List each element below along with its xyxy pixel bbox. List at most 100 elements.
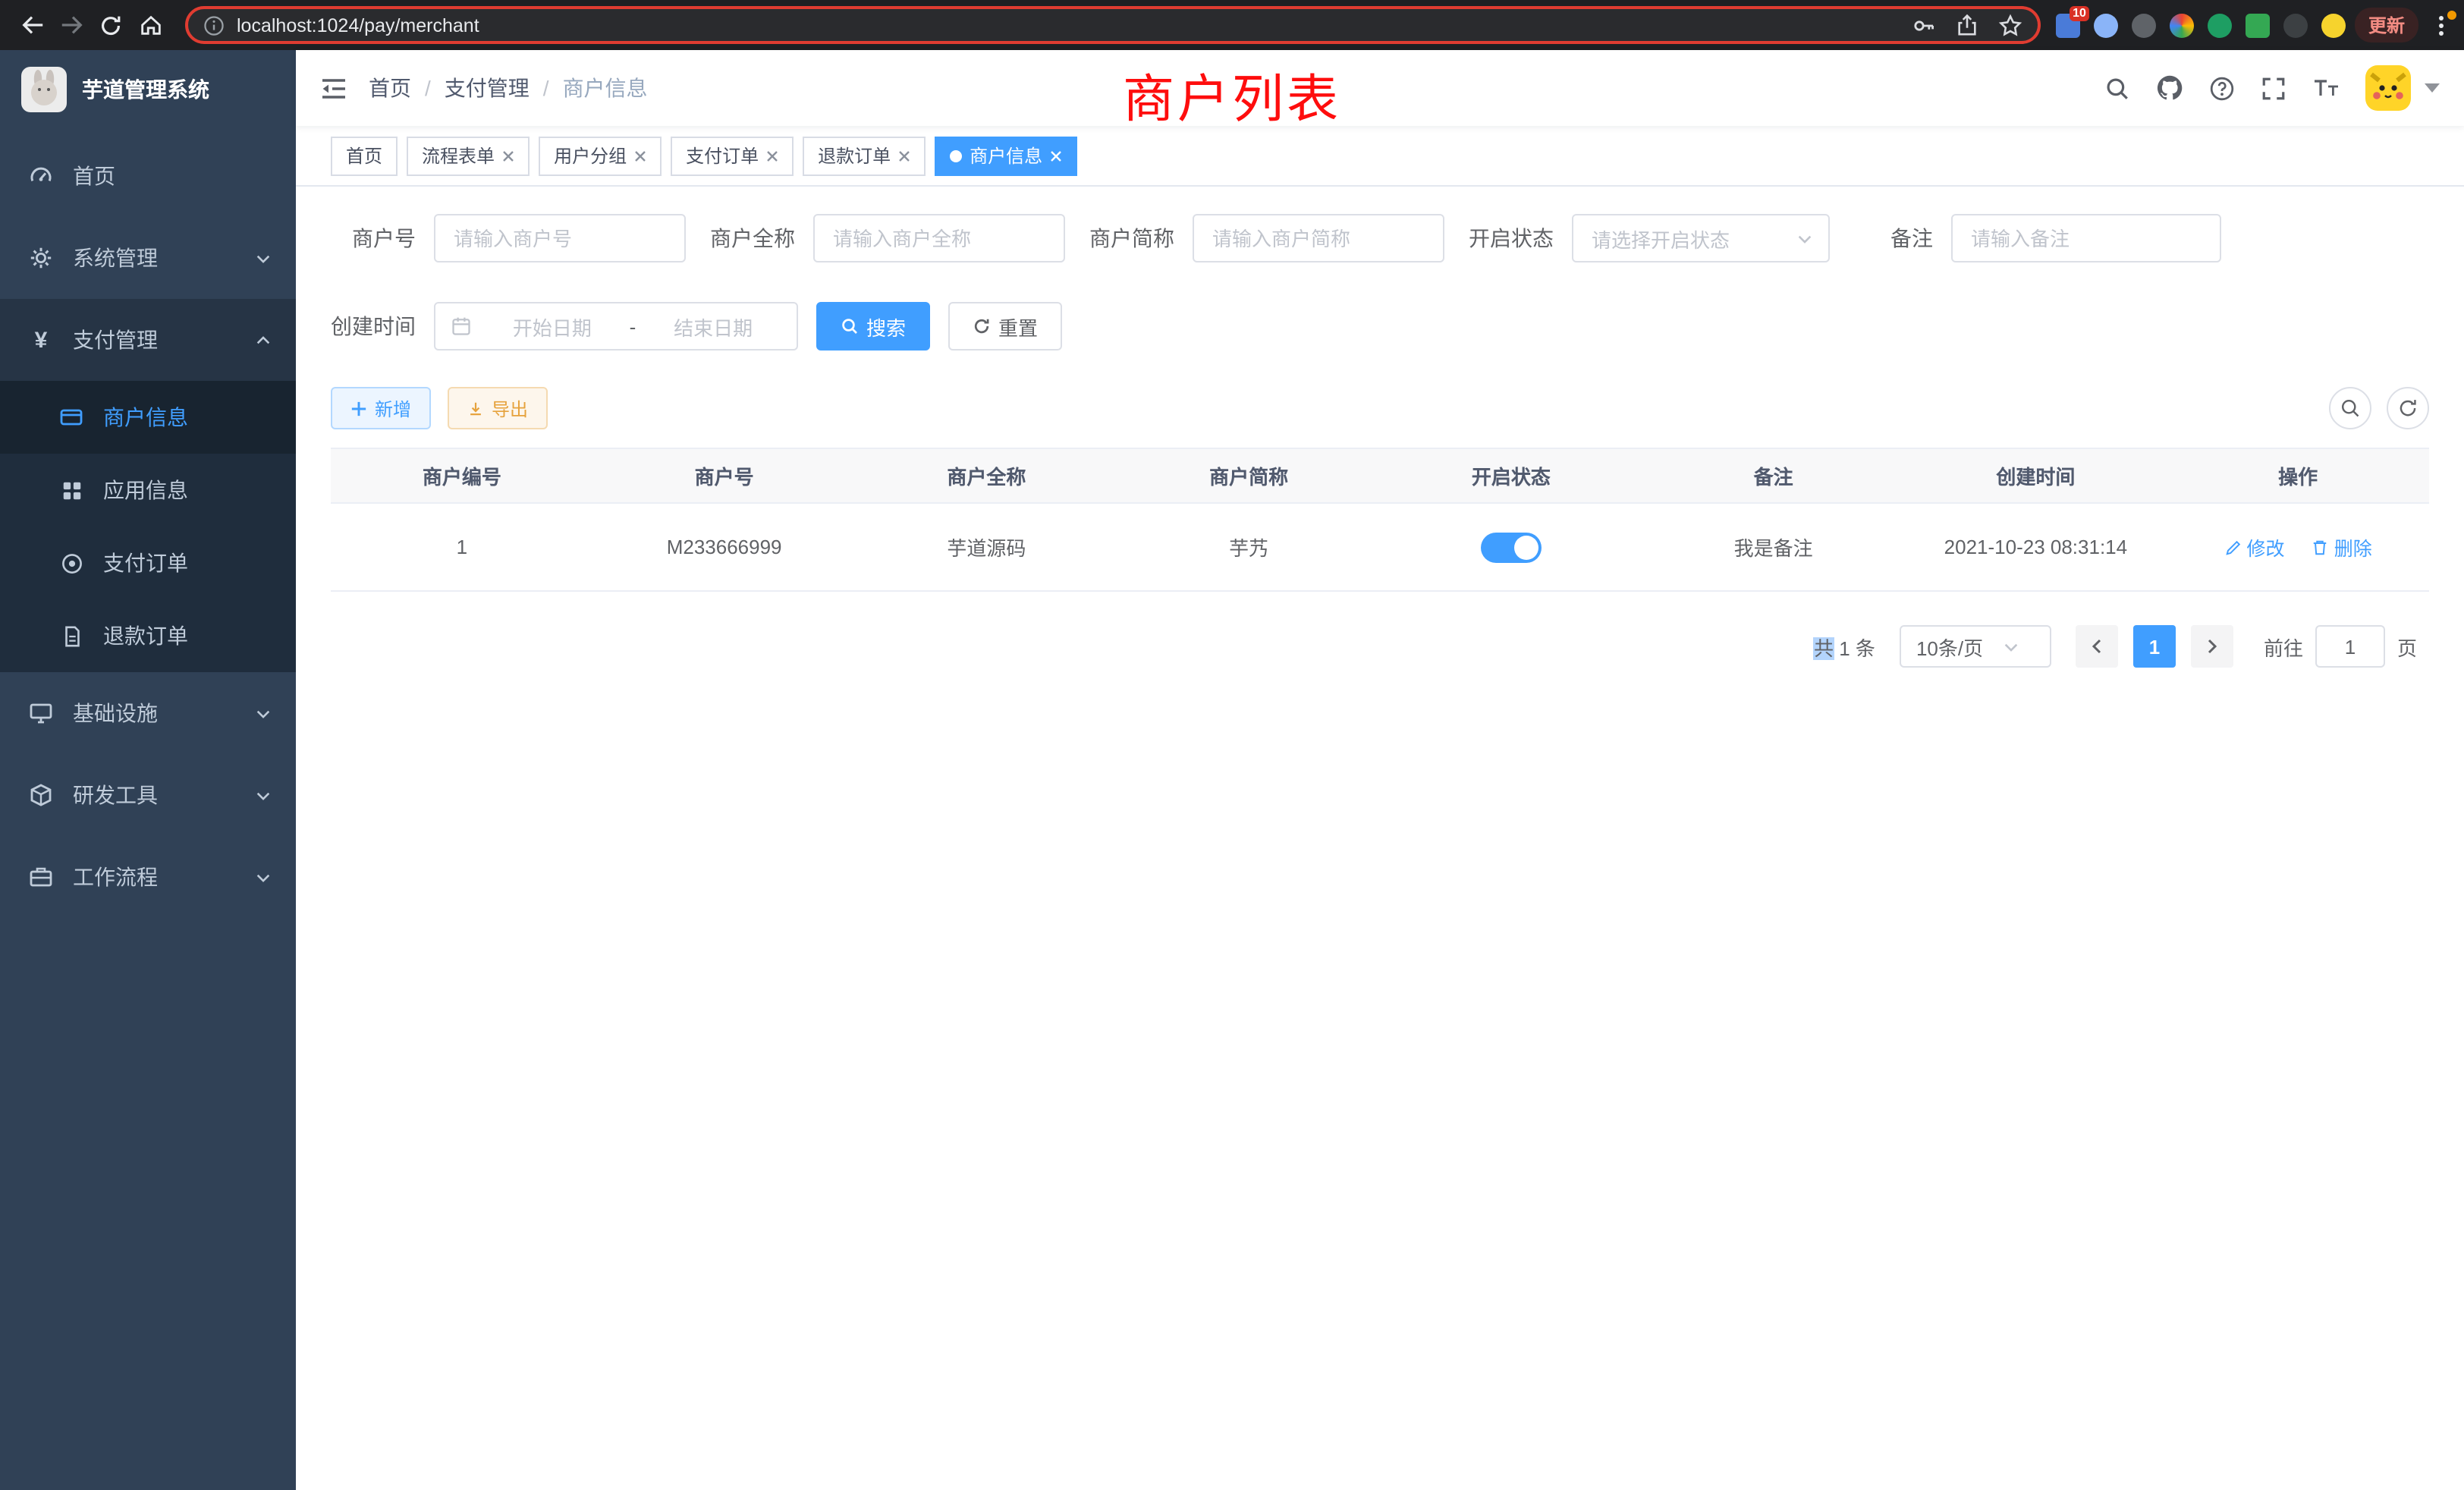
delete-link[interactable]: 删除 [2312,533,2372,561]
page-size-select[interactable]: 10条/页 [1900,625,2051,668]
profile-avatar-icon[interactable] [2321,13,2346,37]
close-icon[interactable] [766,149,778,162]
tab-label: 退款订单 [818,143,891,168]
status-toggle[interactable] [1481,532,1542,562]
short-name-input[interactable] [1193,214,1444,262]
page-size-value: 10条/页 [1916,632,1983,661]
close-icon[interactable] [898,149,910,162]
bookmark-star-icon[interactable] [1998,13,2022,37]
sidebar-item-system[interactable]: 系统管理 [0,217,296,299]
refresh-table-button[interactable] [2387,387,2429,429]
add-button[interactable]: 新增 [331,387,431,429]
sidebar-item-home[interactable]: 首页 [0,135,296,217]
close-icon[interactable] [502,149,514,162]
user-avatar[interactable] [2365,65,2411,111]
page-number-button[interactable]: 1 [2133,625,2176,668]
remark-label: 备注 [1830,223,1951,253]
password-key-icon[interactable] [1912,13,1936,37]
fullscreen-icon[interactable] [2261,75,2286,101]
search-icon[interactable] [2104,75,2130,101]
full-name-input[interactable] [813,214,1065,262]
help-icon[interactable] [2209,75,2235,101]
sidebar-fold-icon[interactable] [320,77,347,99]
extension-badge: 10 [2070,5,2089,20]
trash-icon [2312,538,2330,556]
github-icon[interactable] [2156,74,2183,102]
breadcrumb-separator: / [425,76,431,100]
app-logo[interactable]: 芋道管理系统 [0,50,296,129]
end-date-placeholder: 结束日期 [645,312,781,341]
main-area: 首页 / 支付管理 / 商户信息 [296,50,2464,1490]
create-time-range-picker[interactable]: 开始日期 - 结束日期 [434,302,798,350]
extension-icon[interactable] [2170,13,2194,37]
extension-icon[interactable] [2208,13,2232,37]
tab-merchant-info[interactable]: 商户信息 [935,136,1077,175]
sidebar-item-label: 退款订单 [103,621,188,651]
tab-process-form[interactable]: 流程表单 [407,136,530,175]
sidebar-item-payment[interactable]: ¥ 支付管理 [0,299,296,381]
chevron-down-icon [1796,230,1813,247]
reset-button[interactable]: 重置 [948,302,1062,350]
goto-page-input[interactable] [2315,625,2385,668]
tab-user-group[interactable]: 用户分组 [539,136,662,175]
sidebar-item-refund-order[interactable]: 退款订单 [0,599,296,672]
sidebar-item-label: 应用信息 [103,475,188,505]
pagination: 共 1 条 10条/页 1 前往 [331,625,2429,668]
extension-icon[interactable] [2094,13,2118,37]
tab-label: 用户分组 [554,143,627,168]
close-icon[interactable] [634,149,646,162]
export-button[interactable]: 导出 [448,387,548,429]
status-label: 开启状态 [1444,223,1572,253]
page-info-icon[interactable] [203,14,225,36]
toggle-search-button[interactable] [2329,387,2371,429]
edit-link[interactable]: 修改 [2224,533,2284,561]
sidebar-item-infrastructure[interactable]: 基础设施 [0,672,296,754]
sidebar-item-merchant-info[interactable]: 商户信息 [0,381,296,454]
sidebar-item-workflow[interactable]: 工作流程 [0,836,296,918]
tab-home[interactable]: 首页 [331,136,398,175]
browser-menu-icon[interactable] [2431,13,2452,37]
breadcrumb-home[interactable]: 首页 [369,73,411,103]
browser-forward-icon[interactable] [52,5,91,45]
remark-input[interactable] [1951,214,2221,262]
tab-pay-order[interactable]: 支付订单 [671,136,794,175]
url-text: localhost:1024/pay/merchant [237,14,1892,36]
tab-label: 商户信息 [970,143,1042,168]
share-icon[interactable] [1956,14,1978,36]
extension-icon[interactable]: 10 [2056,13,2080,37]
document-icon [58,624,85,647]
extension-icon[interactable] [2246,13,2270,37]
breadcrumb-payment[interactable]: 支付管理 [445,73,530,103]
close-icon[interactable] [1050,149,1062,162]
table-header-row: 商户编号 商户号 商户全称 商户简称 开启状态 备注 创建时间 操作 [331,448,2429,503]
browser-back-icon[interactable] [12,5,52,45]
full-name-label: 商户全称 [686,223,813,253]
search-button[interactable]: 搜索 [816,302,930,350]
browser-reload-icon[interactable] [91,5,130,45]
breadcrumb-separator: / [543,76,549,100]
cell-merchant-id: 1 [331,503,593,591]
toggle-knob [1514,535,1538,559]
status-select-placeholder: 请选择开启状态 [1592,224,1796,253]
address-bar[interactable]: localhost:1024/pay/merchant [185,6,2041,44]
prev-page-button[interactable] [2076,625,2118,668]
avatar-caret-icon[interactable] [2425,83,2440,93]
search-icon [841,317,859,335]
table-tools-right [2329,387,2429,429]
sidebar-item-dev-tools[interactable]: 研发工具 [0,754,296,836]
extension-icon[interactable] [2283,13,2308,37]
reset-button-label: 重置 [998,312,1038,341]
merchant-no-input[interactable] [434,214,686,262]
status-select[interactable]: 请选择开启状态 [1572,214,1830,262]
sidebar-item-pay-order[interactable]: 支付订单 [0,527,296,599]
font-size-icon[interactable] [2312,76,2340,100]
next-page-button[interactable] [2191,625,2233,668]
extension-icon[interactable] [2132,13,2156,37]
plus-icon [350,400,367,417]
sidebar-item-app-info[interactable]: 应用信息 [0,454,296,527]
box-icon [27,783,55,807]
tab-refund-order[interactable]: 退款订单 [803,136,926,175]
browser-home-icon[interactable] [130,5,170,45]
browser-update-button[interactable]: 更新 [2355,8,2418,42]
chevron-down-icon [255,705,272,721]
